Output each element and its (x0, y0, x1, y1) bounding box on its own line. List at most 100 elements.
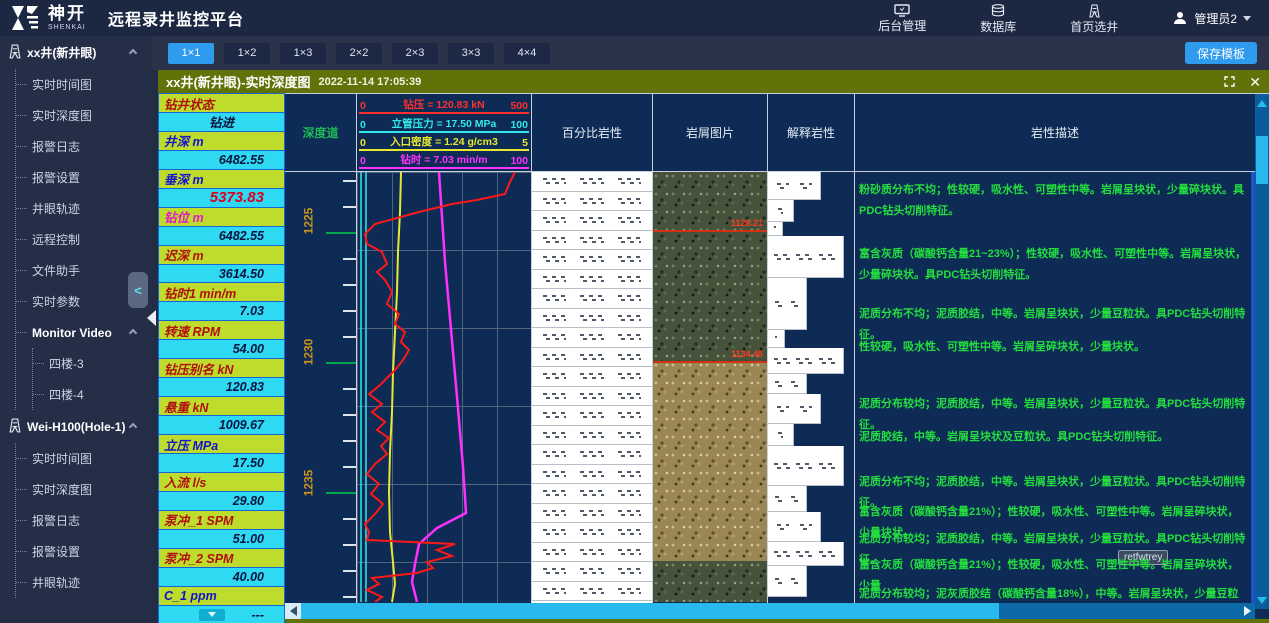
sidebar-item-四楼-3[interactable]: 四楼-3 (33, 348, 152, 379)
nav-home-well-select[interactable]: 首页选井 (1070, 4, 1118, 33)
lithology-symbol (543, 314, 567, 322)
param-label-9: 立压 MPa (159, 435, 284, 454)
sidebar-collapse-arrow-icon[interactable] (147, 310, 156, 326)
sidebar-item-报警设置[interactable]: 报警设置 (16, 536, 152, 567)
lithology-symbol (580, 509, 604, 517)
lithology-row (532, 270, 652, 290)
sidebar-item-实时深度图[interactable]: 实时深度图 (16, 100, 152, 131)
sidebar-item-报警日志[interactable]: 报警日志 (16, 131, 152, 162)
lithology-symbol (543, 567, 567, 575)
lithology-symbol (543, 587, 567, 595)
lithology-row (532, 523, 652, 543)
sidebar-well-1[interactable]: Wei-H100(Hole-1) (0, 410, 152, 443)
panel-timestamp: 2022-11-14 17:05:39 (318, 76, 421, 88)
layout-button-1×1[interactable]: 1×1 (168, 43, 214, 64)
lithology-symbol (775, 335, 778, 343)
curves-svg (357, 172, 532, 602)
sidebar-item-monitor-video[interactable]: Monitor Video (16, 317, 152, 348)
lithology-symbol (618, 333, 642, 341)
scroll-up-arrow-icon[interactable] (1255, 96, 1269, 110)
sidebar-item-井眼轨迹[interactable]: 井眼轨迹 (16, 193, 152, 224)
param-value-text: 7.03 (240, 304, 264, 318)
layout-button-1×3[interactable]: 1×3 (280, 43, 326, 64)
minor-depth-tick (343, 414, 356, 416)
lithology-symbol (580, 470, 604, 478)
lithology-description-5: 泥质胶结，中等。岩屑呈块状及豆粒状。具PDC钻头切削特征。 (859, 427, 1247, 448)
well-tree-sidebar: xx井(新井眼)实时时间图实时深度图报警日志报警设置井眼轨迹远程控制文件助手实时… (0, 36, 152, 623)
chevron-up-icon[interactable] (129, 422, 137, 430)
lithology-symbol (791, 495, 799, 503)
lithology-symbol (800, 405, 812, 413)
sidebar-item-实时时间图[interactable]: 实时时间图 (16, 69, 152, 100)
layout-button-3×3[interactable]: 3×3 (448, 43, 494, 64)
expand-icon[interactable] (1224, 76, 1235, 87)
percent-lithology-track (532, 172, 653, 603)
sidebar-item-井眼轨迹[interactable]: 井眼轨迹 (16, 567, 152, 598)
lithology-row (532, 445, 652, 465)
photo-depth-line (653, 230, 767, 232)
minor-depth-tick (343, 284, 356, 286)
curve-plot-track (357, 172, 532, 603)
param-label-0: 钻井状态 (159, 94, 284, 113)
depth-plot-panel: xx井(新井眼)-实时深度图 2022-11-14 17:05:39 ✕ 钻井状… (158, 70, 1269, 623)
param-value-text: 1009.67 (219, 418, 264, 432)
lithology-symbol (775, 495, 783, 503)
lithology-symbol (775, 300, 783, 308)
param-value-6: 54.00 (159, 340, 284, 359)
close-icon[interactable]: ✕ (1249, 75, 1261, 89)
chart-column-headers: 深度道 0钻压 = 120.83 kN5000立管压力 = 17.50 MPa1… (285, 94, 1269, 172)
lithology-symbol (796, 253, 814, 261)
lithology-description-track: retfwtrey 粉砂质分布不均；性较硬，吸水性、可塑性中等。岩屑呈块状，少量… (855, 172, 1255, 603)
lithology-symbol (543, 294, 567, 302)
lithology-symbol (618, 353, 642, 361)
lithology-row (532, 348, 652, 368)
layout-button-1×2[interactable]: 1×2 (224, 43, 270, 64)
chevron-down-icon (1243, 16, 1251, 21)
param-dropdown-button[interactable] (199, 609, 225, 621)
depth-scale-track: 122512301235 (285, 172, 357, 603)
save-template-button[interactable]: 保存模板 (1185, 42, 1257, 64)
lithology-row (532, 211, 652, 231)
nav-database[interactable]: 数据库 (980, 4, 1016, 33)
logo-cn-text: 神开 (48, 5, 86, 22)
scroll-down-arrow-icon[interactable] (1255, 593, 1269, 607)
horizontal-scrollbar[interactable] (285, 603, 1255, 619)
vertical-scrollbar[interactable] (1255, 94, 1269, 609)
layout-button-4×4[interactable]: 4×4 (504, 43, 550, 64)
legend-row-钻压: 0钻压 = 120.83 kN500 (359, 96, 529, 114)
sidebar-item-四楼-4[interactable]: 四楼-4 (33, 379, 152, 410)
well-children: 实时时间图实时深度图报警日志报警设置井眼轨迹远程控制文件助手实时参数Monito… (15, 69, 152, 410)
layout-button-2×2[interactable]: 2×2 (336, 43, 382, 64)
sidebar-well-0[interactable]: xx井(新井眼) (0, 36, 152, 69)
sidebar-item-远程控制[interactable]: 远程控制 (16, 224, 152, 255)
sidebar-item-报警设置[interactable]: 报警设置 (16, 162, 152, 193)
scroll-left-arrow-icon[interactable] (285, 603, 301, 619)
chevron-up-icon[interactable] (129, 328, 137, 336)
parameter-panel-collapse-tab[interactable]: < (128, 272, 148, 308)
lithology-symbol (618, 275, 642, 283)
param-label-6: 转速 RPM (159, 321, 284, 340)
param-value-text: 29.80 (233, 494, 264, 508)
derrick-icon (1088, 4, 1101, 18)
lithology-symbol (580, 216, 604, 224)
sidebar-item-实时深度图[interactable]: 实时深度图 (16, 474, 152, 505)
lithology-symbol (543, 470, 567, 478)
user-menu[interactable]: 管理员2 (1172, 10, 1251, 27)
horizontal-scroll-thumb[interactable] (301, 603, 999, 619)
vertical-scroll-thumb[interactable] (1256, 136, 1268, 184)
minor-depth-tick (343, 440, 356, 442)
minor-depth-tick (343, 310, 356, 312)
param-value-3: 6482.55 (159, 227, 284, 246)
param-value-10: 29.80 (159, 492, 284, 511)
lithology-symbol (543, 528, 567, 536)
sidebar-item-实时时间图[interactable]: 实时时间图 (16, 443, 152, 474)
chevron-up-icon[interactable] (129, 48, 137, 56)
lithology-symbol (618, 567, 642, 575)
scroll-right-arrow-icon[interactable] (1240, 603, 1255, 619)
sidebar-item-报警日志[interactable]: 报警日志 (16, 505, 152, 536)
param-label-11: 泵冲_1 SPM (159, 511, 284, 530)
layout-button-2×3[interactable]: 2×3 (392, 43, 438, 64)
nav-backend-admin[interactable]: 后台管理 (878, 4, 926, 32)
interpreted-lithology-segment (768, 330, 785, 348)
interpreted-lithology-segment (768, 542, 844, 566)
